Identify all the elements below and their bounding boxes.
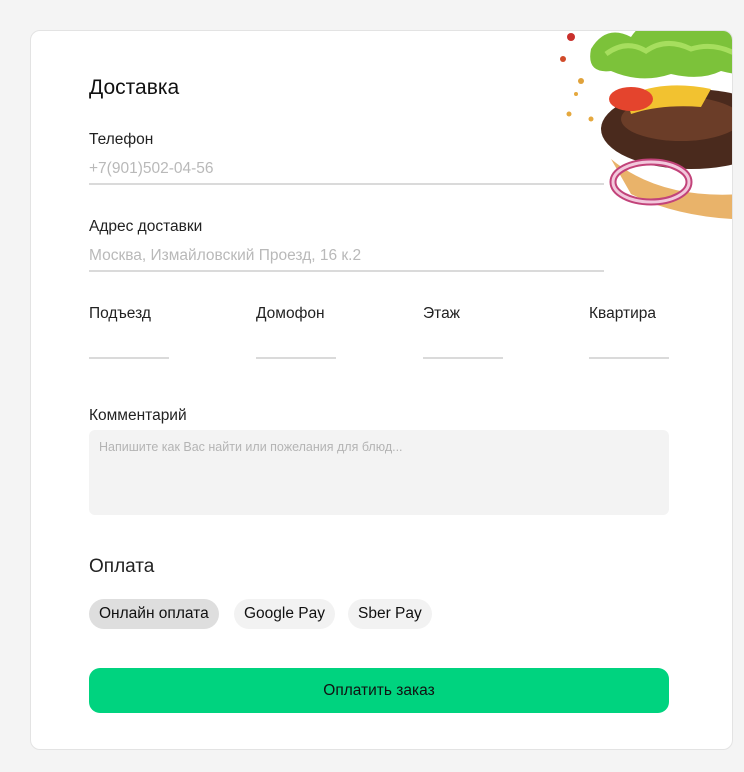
phone-underline xyxy=(89,183,604,185)
form-title: Доставка xyxy=(89,76,180,99)
address-field[interactable]: Москва, Измайловский Проезд, 16 к.2 xyxy=(89,247,361,265)
apartment-label: Квартира xyxy=(589,305,656,322)
payment-title: Оплата xyxy=(89,556,155,577)
payment-option-google-pay[interactable]: Google Pay xyxy=(234,599,335,629)
pay-order-button[interactable]: Оплатить заказ xyxy=(89,668,669,713)
phone-field[interactable]: +7(901)502-04-56 xyxy=(89,160,214,178)
phone-label: Телефон xyxy=(89,131,154,148)
intercom-label: Домофон xyxy=(256,305,325,322)
address-label: Адрес доставки xyxy=(89,218,203,235)
entrance-label: Подъезд xyxy=(89,305,151,322)
entrance-field[interactable] xyxy=(89,357,169,359)
payment-option-online[interactable]: Онлайн оплата xyxy=(89,599,219,629)
floor-field[interactable] xyxy=(423,357,503,359)
delivery-card: Доставка Телефон +7(901)502-04-56 Адрес … xyxy=(30,30,733,750)
apartment-field[interactable] xyxy=(589,357,669,359)
comment-textarea[interactable]: Напишите как Вас найти или пожелания для… xyxy=(89,430,669,515)
payment-option-sber-pay[interactable]: Sber Pay xyxy=(348,599,432,629)
intercom-field[interactable] xyxy=(256,357,336,359)
burger-illustration xyxy=(560,31,732,219)
comment-label: Комментарий xyxy=(89,407,187,424)
address-underline xyxy=(89,270,604,272)
floor-label: Этаж xyxy=(423,305,461,322)
